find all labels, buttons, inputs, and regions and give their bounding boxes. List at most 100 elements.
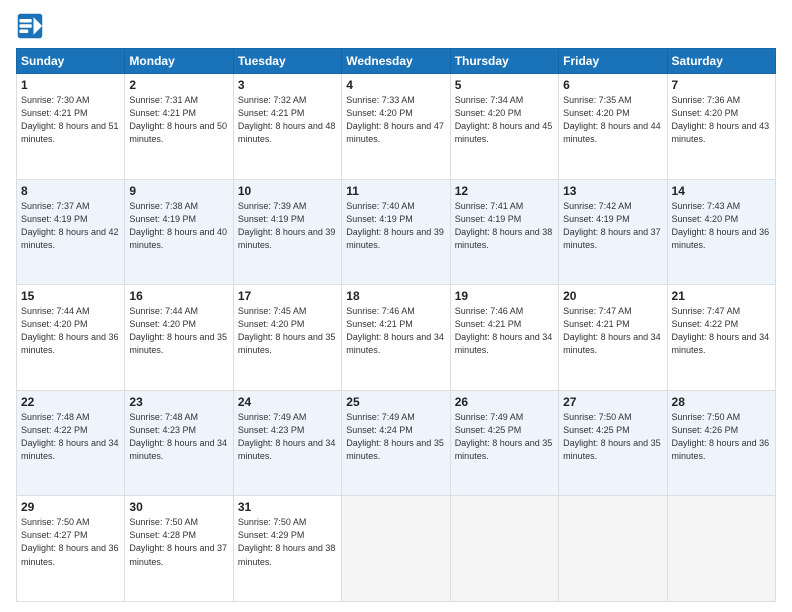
day-info: Sunrise: 7:49 AM Sunset: 4:23 PM Dayligh…: [238, 411, 337, 463]
calendar-day-8: 8 Sunrise: 7:37 AM Sunset: 4:19 PM Daylig…: [17, 179, 125, 285]
calendar-day-27: 27 Sunrise: 7:50 AM Sunset: 4:25 PM Dayli…: [559, 390, 667, 496]
day-info: Sunrise: 7:50 AM Sunset: 4:27 PM Dayligh…: [21, 516, 120, 568]
day-number: 4: [346, 78, 445, 92]
empty-cell: [559, 496, 667, 602]
day-number: 8: [21, 184, 120, 198]
calendar-week-4: 22 Sunrise: 7:48 AM Sunset: 4:22 PM Dayli…: [17, 390, 776, 496]
calendar-day-10: 10 Sunrise: 7:39 AM Sunset: 4:19 PM Dayli…: [233, 179, 341, 285]
day-info: Sunrise: 7:50 AM Sunset: 4:26 PM Dayligh…: [672, 411, 771, 463]
day-info: Sunrise: 7:40 AM Sunset: 4:19 PM Dayligh…: [346, 200, 445, 252]
calendar-day-6: 6Sunrise: 7:35 AM Sunset: 4:20 PM Daylig…: [559, 74, 667, 180]
weekday-header-sunday: Sunday: [17, 49, 125, 74]
calendar-week-5: 29 Sunrise: 7:50 AM Sunset: 4:27 PM Dayli…: [17, 496, 776, 602]
day-number: 9: [129, 184, 228, 198]
weekday-header-friday: Friday: [559, 49, 667, 74]
calendar-day-5: 5 Sunrise: 7:34 AM Sunset: 4:20 PM Daylig…: [450, 74, 558, 180]
calendar-day-9: 9 Sunrise: 7:38 AM Sunset: 4:19 PM Daylig…: [125, 179, 233, 285]
day-number: 12: [455, 184, 554, 198]
day-info: Sunrise: 7:49 AM Sunset: 4:25 PM Dayligh…: [455, 411, 554, 463]
calendar-day-17: 17Sunrise: 7:45 AM Sunset: 4:20 PM Dayli…: [233, 285, 341, 391]
calendar-day-22: 22 Sunrise: 7:48 AM Sunset: 4:22 PM Dayli…: [17, 390, 125, 496]
calendar-day-28: 28 Sunrise: 7:50 AM Sunset: 4:26 PM Dayli…: [667, 390, 775, 496]
calendar-day-14: 14 Sunrise: 7:43 AM Sunset: 4:20 PM Dayli…: [667, 179, 775, 285]
calendar-body: 1Sunrise: 7:30 AM Sunset: 4:21 PM Daylig…: [17, 74, 776, 602]
day-number: 29: [21, 500, 120, 514]
day-info: Sunrise: 7:31 AM Sunset: 4:21 PM Dayligh…: [129, 94, 228, 146]
day-number: 22: [21, 395, 120, 409]
day-number: 18: [346, 289, 445, 303]
weekday-header-tuesday: Tuesday: [233, 49, 341, 74]
day-number: 27: [563, 395, 662, 409]
day-number: 26: [455, 395, 554, 409]
day-info: Sunrise: 7:50 AM Sunset: 4:25 PM Dayligh…: [563, 411, 662, 463]
logo-icon: [16, 12, 44, 40]
header: [16, 12, 776, 40]
day-number: 6: [563, 78, 662, 92]
day-info: Sunrise: 7:43 AM Sunset: 4:20 PM Dayligh…: [672, 200, 771, 252]
calendar-day-16: 16 Sunrise: 7:44 AM Sunset: 4:20 PM Dayli…: [125, 285, 233, 391]
day-info: Sunrise: 7:46 AM Sunset: 4:21 PM Dayligh…: [455, 305, 554, 357]
day-info: Sunrise: 7:30 AM Sunset: 4:21 PM Dayligh…: [21, 94, 120, 146]
day-info: Sunrise: 7:50 AM Sunset: 4:29 PM Dayligh…: [238, 516, 337, 568]
day-info: Sunrise: 7:38 AM Sunset: 4:19 PM Dayligh…: [129, 200, 228, 252]
calendar-day-31: 31 Sunrise: 7:50 AM Sunset: 4:29 PM Dayli…: [233, 496, 341, 602]
calendar-day-1: 1Sunrise: 7:30 AM Sunset: 4:21 PM Daylig…: [17, 74, 125, 180]
calendar-day-13: 13 Sunrise: 7:42 AM Sunset: 4:19 PM Dayli…: [559, 179, 667, 285]
day-number: 17: [238, 289, 337, 303]
weekday-header-monday: Monday: [125, 49, 233, 74]
calendar-day-7: 7Sunrise: 7:36 AM Sunset: 4:20 PM Daylig…: [667, 74, 775, 180]
day-number: 30: [129, 500, 228, 514]
day-number: 21: [672, 289, 771, 303]
day-number: 16: [129, 289, 228, 303]
logo: [16, 12, 48, 40]
day-number: 20: [563, 289, 662, 303]
day-number: 15: [21, 289, 120, 303]
empty-cell: [450, 496, 558, 602]
empty-cell: [342, 496, 450, 602]
day-info: Sunrise: 7:48 AM Sunset: 4:22 PM Dayligh…: [21, 411, 120, 463]
calendar-day-26: 26 Sunrise: 7:49 AM Sunset: 4:25 PM Dayli…: [450, 390, 558, 496]
day-number: 24: [238, 395, 337, 409]
day-info: Sunrise: 7:44 AM Sunset: 4:20 PM Dayligh…: [21, 305, 120, 357]
day-info: Sunrise: 7:46 AM Sunset: 4:21 PM Dayligh…: [346, 305, 445, 357]
calendar-day-2: 2Sunrise: 7:31 AM Sunset: 4:21 PM Daylig…: [125, 74, 233, 180]
day-info: Sunrise: 7:48 AM Sunset: 4:23 PM Dayligh…: [129, 411, 228, 463]
day-number: 23: [129, 395, 228, 409]
weekday-header-wednesday: Wednesday: [342, 49, 450, 74]
calendar-day-3: 3Sunrise: 7:32 AM Sunset: 4:21 PM Daylig…: [233, 74, 341, 180]
calendar-day-11: 11 Sunrise: 7:40 AM Sunset: 4:19 PM Dayli…: [342, 179, 450, 285]
day-number: 10: [238, 184, 337, 198]
calendar-day-24: 24 Sunrise: 7:49 AM Sunset: 4:23 PM Dayli…: [233, 390, 341, 496]
weekday-header-saturday: Saturday: [667, 49, 775, 74]
calendar-day-12: 12Sunrise: 7:41 AM Sunset: 4:19 PM Dayli…: [450, 179, 558, 285]
calendar-day-25: 25Sunrise: 7:49 AM Sunset: 4:24 PM Dayli…: [342, 390, 450, 496]
calendar-day-15: 15 Sunrise: 7:44 AM Sunset: 4:20 PM Dayli…: [17, 285, 125, 391]
day-number: 11: [346, 184, 445, 198]
empty-cell: [667, 496, 775, 602]
day-number: 13: [563, 184, 662, 198]
calendar-week-2: 8 Sunrise: 7:37 AM Sunset: 4:19 PM Daylig…: [17, 179, 776, 285]
day-info: Sunrise: 7:47 AM Sunset: 4:22 PM Dayligh…: [672, 305, 771, 357]
calendar-table: SundayMondayTuesdayWednesdayThursdayFrid…: [16, 48, 776, 602]
day-info: Sunrise: 7:34 AM Sunset: 4:20 PM Dayligh…: [455, 94, 554, 146]
day-number: 28: [672, 395, 771, 409]
day-number: 25: [346, 395, 445, 409]
weekday-header-row: SundayMondayTuesdayWednesdayThursdayFrid…: [17, 49, 776, 74]
day-info: Sunrise: 7:50 AM Sunset: 4:28 PM Dayligh…: [129, 516, 228, 568]
day-number: 31: [238, 500, 337, 514]
calendar-day-23: 23 Sunrise: 7:48 AM Sunset: 4:23 PM Dayli…: [125, 390, 233, 496]
day-info: Sunrise: 7:33 AM Sunset: 4:20 PM Dayligh…: [346, 94, 445, 146]
page: SundayMondayTuesdayWednesdayThursdayFrid…: [0, 0, 792, 612]
day-info: Sunrise: 7:42 AM Sunset: 4:19 PM Dayligh…: [563, 200, 662, 252]
day-number: 14: [672, 184, 771, 198]
day-info: Sunrise: 7:37 AM Sunset: 4:19 PM Dayligh…: [21, 200, 120, 252]
day-info: Sunrise: 7:44 AM Sunset: 4:20 PM Dayligh…: [129, 305, 228, 357]
calendar-day-20: 20Sunrise: 7:47 AM Sunset: 4:21 PM Dayli…: [559, 285, 667, 391]
calendar-day-30: 30 Sunrise: 7:50 AM Sunset: 4:28 PM Dayli…: [125, 496, 233, 602]
day-number: 5: [455, 78, 554, 92]
day-info: Sunrise: 7:39 AM Sunset: 4:19 PM Dayligh…: [238, 200, 337, 252]
calendar-day-21: 21 Sunrise: 7:47 AM Sunset: 4:22 PM Dayli…: [667, 285, 775, 391]
calendar-week-3: 15 Sunrise: 7:44 AM Sunset: 4:20 PM Dayli…: [17, 285, 776, 391]
calendar-day-29: 29 Sunrise: 7:50 AM Sunset: 4:27 PM Dayli…: [17, 496, 125, 602]
day-number: 7: [672, 78, 771, 92]
